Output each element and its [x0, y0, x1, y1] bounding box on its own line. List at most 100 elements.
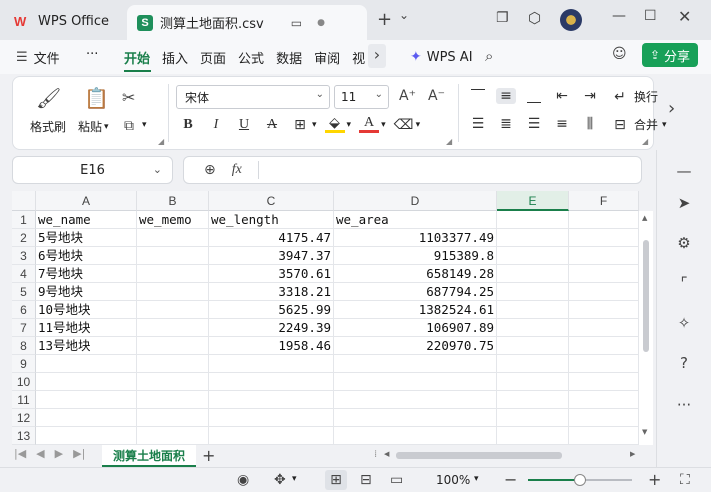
align-left-icon[interactable]: ☰	[468, 116, 488, 132]
paste-icon[interactable]: 📋	[84, 86, 109, 110]
scroll-left-arrow-icon[interactable]: ◀	[384, 450, 389, 458]
fullscreen-icon[interactable]: ⛶	[680, 472, 690, 488]
table-cell[interactable]	[36, 409, 137, 427]
strikethrough-icon[interactable]: A	[262, 117, 282, 133]
column-header-b[interactable]: B	[137, 191, 209, 211]
column-header-e[interactable]: E	[497, 191, 569, 211]
table-cell[interactable]: we_area	[334, 211, 497, 229]
tab-list-dropdown[interactable]: ⌄	[399, 8, 409, 22]
zoom-dropdown-icon[interactable]: ▾	[474, 474, 479, 484]
table-cell[interactable]	[497, 355, 569, 373]
fill-dropdown-icon[interactable]: ▾	[347, 120, 352, 130]
cube-icon[interactable]: ⬡	[528, 9, 541, 27]
wps-ai-button[interactable]: ✦ WPS AI	[410, 40, 473, 74]
first-sheet-icon[interactable]: |◀	[14, 447, 26, 460]
table-cell[interactable]	[569, 211, 639, 229]
table-cell[interactable]: 11号地块	[36, 319, 137, 337]
table-cell[interactable]	[334, 391, 497, 409]
table-cell[interactable]	[209, 427, 334, 445]
row-header[interactable]: 6	[12, 301, 36, 319]
table-cell[interactable]	[334, 409, 497, 427]
table-cell[interactable]	[497, 265, 569, 283]
table-cell[interactable]	[137, 301, 209, 319]
font-expand-icon[interactable]: ◢	[446, 137, 452, 146]
border-dropdown-icon[interactable]: ▾	[312, 120, 317, 130]
table-cell[interactable]	[137, 265, 209, 283]
help-icon[interactable]: ?	[673, 354, 695, 376]
table-cell[interactable]	[209, 373, 334, 391]
column-header-d[interactable]: D	[334, 191, 497, 211]
tab-review[interactable]: 审阅	[308, 40, 346, 74]
tab-formula[interactable]: 公式	[232, 40, 270, 74]
table-cell[interactable]: 1103377.49	[334, 229, 497, 247]
row-header[interactable]: 12	[12, 409, 36, 427]
table-cell[interactable]	[334, 373, 497, 391]
scroll-right-arrow-icon[interactable]: ▶	[630, 450, 635, 458]
increase-indent-icon[interactable]: ⇥	[580, 88, 600, 104]
table-cell[interactable]	[137, 391, 209, 409]
table-cell[interactable]: 1958.46	[209, 337, 334, 355]
row-header[interactable]: 3	[12, 247, 36, 265]
sheet-tab-active[interactable]: 测算土地面积	[102, 445, 196, 467]
close-icon[interactable]: ✕	[678, 7, 691, 26]
unsaved-dot-icon[interactable]: ●	[317, 18, 325, 28]
table-cell[interactable]	[36, 391, 137, 409]
share-button[interactable]: ⇪ 分享	[642, 43, 698, 67]
copy-dropdown-icon[interactable]: ▾	[142, 120, 147, 130]
table-cell[interactable]	[497, 229, 569, 247]
tools-icon[interactable]: ✧	[673, 314, 695, 336]
font-color-dropdown-icon[interactable]: ▾	[381, 120, 386, 130]
format-painter-label[interactable]: 格式刷	[30, 118, 66, 135]
underline-icon[interactable]: U	[234, 117, 254, 133]
row-header[interactable]: 7	[12, 319, 36, 337]
row-header[interactable]: 4	[12, 265, 36, 283]
table-cell[interactable]	[36, 373, 137, 391]
pin-icon[interactable]: ✥	[274, 472, 286, 488]
column-header-c[interactable]: C	[209, 191, 334, 211]
table-cell[interactable]: 3947.37	[209, 247, 334, 265]
collapse-panel-icon[interactable]: —	[673, 162, 695, 184]
table-cell[interactable]: 915389.8	[334, 247, 497, 265]
table-cell[interactable]	[569, 337, 639, 355]
window-mode-icon[interactable]: ▭	[291, 16, 302, 30]
sheet-bar-divider-icon[interactable]: ⁞	[374, 449, 377, 460]
properties-icon[interactable]: ⚙	[673, 234, 695, 256]
align-bottom-icon[interactable]: ⎽	[524, 88, 544, 104]
tab-data[interactable]: 数据	[270, 40, 308, 74]
border-icon[interactable]: ⊞	[290, 117, 310, 133]
app-home-tab[interactable]: W WPS Office	[4, 6, 123, 36]
align-center-icon[interactable]: ≣	[496, 116, 516, 132]
table-cell[interactable]	[497, 319, 569, 337]
table-cell[interactable]	[497, 283, 569, 301]
horizontal-scroll-thumb[interactable]	[396, 452, 562, 459]
table-cell[interactable]: 5625.99	[209, 301, 334, 319]
table-cell[interactable]: we_length	[209, 211, 334, 229]
eraser-icon[interactable]: ⌫	[394, 117, 414, 133]
table-cell[interactable]	[209, 355, 334, 373]
table-cell[interactable]: 5号地块	[36, 229, 137, 247]
table-cell[interactable]	[137, 355, 209, 373]
table-cell[interactable]: 3318.21	[209, 283, 334, 301]
table-cell[interactable]	[569, 247, 639, 265]
clear-dropdown-icon[interactable]: ▾	[416, 120, 421, 130]
font-color-icon[interactable]: A	[359, 116, 380, 133]
row-header[interactable]: 8	[12, 337, 36, 355]
table-cell[interactable]: 220970.75	[334, 337, 497, 355]
tab-overview-icon[interactable]: ❐	[496, 10, 509, 26]
table-cell[interactable]	[569, 409, 639, 427]
table-cell[interactable]: we_memo	[137, 211, 209, 229]
tab-page[interactable]: 页面	[194, 40, 232, 74]
maximize-icon[interactable]: ☐	[644, 8, 657, 24]
align-top-icon[interactable]: ⎺	[468, 88, 488, 104]
table-cell[interactable]	[497, 337, 569, 355]
formula-input[interactable]	[275, 160, 641, 180]
comment-icon[interactable]: ☺	[612, 46, 627, 62]
table-cell[interactable]	[137, 427, 209, 445]
table-cell[interactable]	[569, 319, 639, 337]
clipboard-expand-icon[interactable]: ◢	[158, 137, 164, 146]
row-header[interactable]: 1	[12, 211, 36, 229]
wrap-text-button[interactable]: ↵ 换行	[610, 88, 658, 105]
table-cell[interactable]	[569, 391, 639, 409]
row-header[interactable]: 10	[12, 373, 36, 391]
table-cell[interactable]	[569, 229, 639, 247]
